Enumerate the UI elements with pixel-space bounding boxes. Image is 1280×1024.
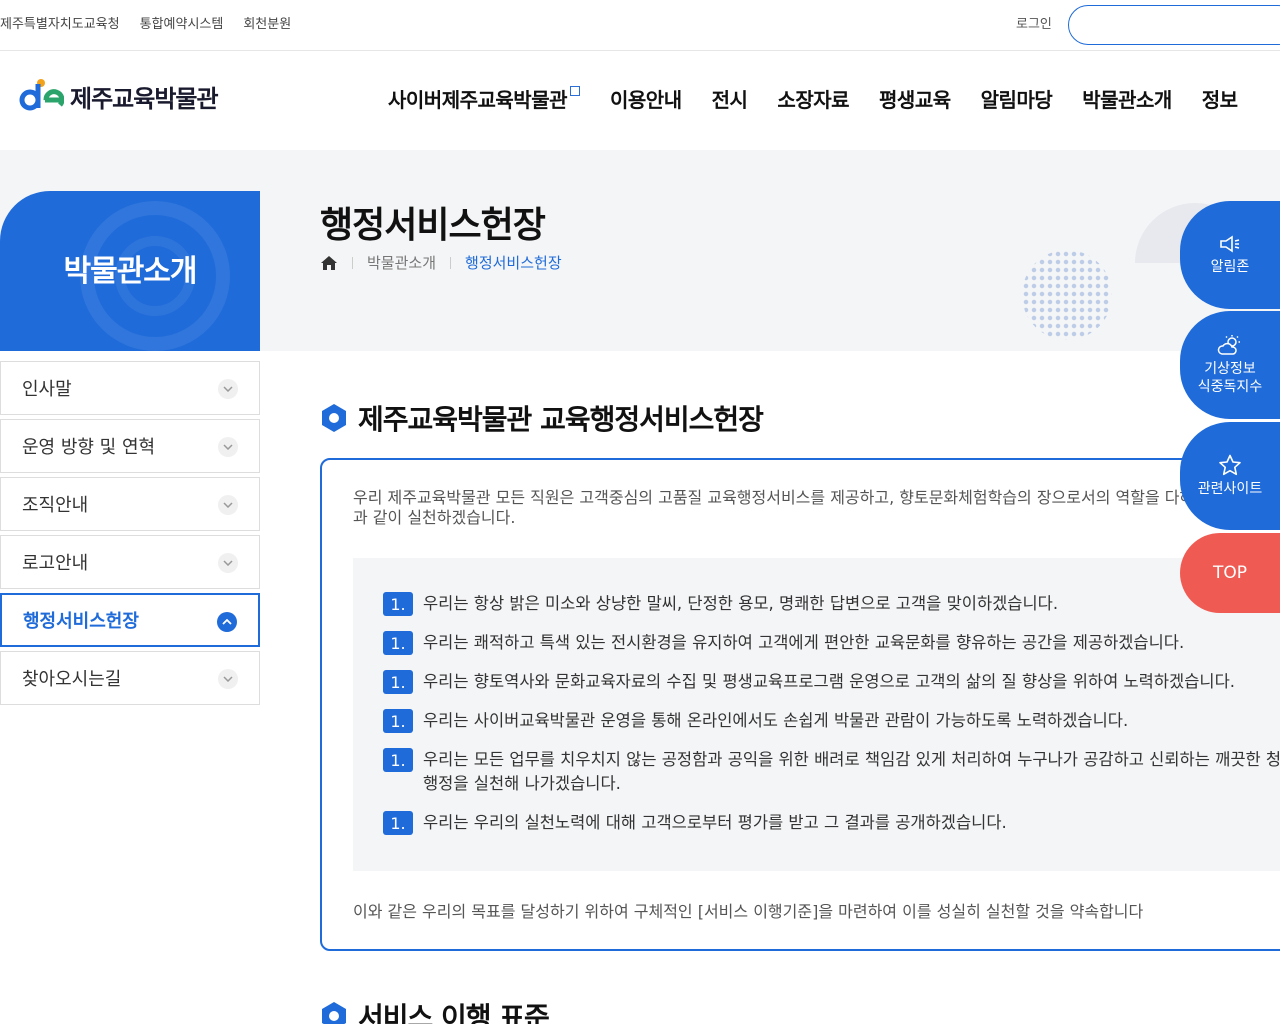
nav-usage-guide[interactable]: 이용안내 [610, 84, 682, 113]
site-header: 제주교육박물관 사이버제주교육박물관 이용안내 전시 소장자료 평생교육 알림마… [0, 52, 1280, 150]
side-menu-item-organization[interactable]: 조직안내 [0, 477, 260, 531]
nav-lifelong-education[interactable]: 평생교육 [879, 84, 951, 113]
chevron-down-icon [218, 379, 238, 399]
pledge-number: 1. [383, 709, 413, 733]
megaphone-icon [1220, 235, 1240, 253]
hexagon-bullet-icon [322, 1002, 346, 1024]
pledge-number: 1. [383, 670, 413, 694]
pledge-item: 1. 우리는 모든 업무를 치우치지 않는 공정함과 공익을 위한 배려로 책임… [383, 748, 1280, 796]
quick-menu-label: 기상정보 식중독지수 [1197, 361, 1263, 395]
pledge-list: 1. 우리는 항상 밝은 미소와 상냥한 말씨, 단정한 용모, 명쾌한 답변으… [353, 558, 1280, 871]
quick-menu-notice[interactable]: 알림존 [1180, 201, 1280, 309]
pledge-item: 1. 우리는 항상 밝은 미소와 상냥한 말씨, 단정한 용모, 명쾌한 답변으… [383, 592, 1280, 616]
star-icon [1219, 454, 1241, 476]
charter-closing: 이와 같은 우리의 목표를 달성하기 위하여 구체적인 [서비스 이행기준]을 … [353, 902, 1144, 921]
side-menu-item-logo[interactable]: 로고안내 [0, 535, 260, 589]
nav-cyber-museum[interactable]: 사이버제주교육박물관 [388, 84, 580, 113]
hexagon-bullet-icon [322, 404, 346, 432]
pledge-text: 우리는 향토역사와 문화교육자료의 수집 및 평생교육프로그램 운영으로 고객의… [423, 672, 1236, 691]
pledge-item: 1. 우리는 쾌적하고 특색 있는 전시환경을 유지하여 고객에게 편안한 교육… [383, 631, 1280, 655]
link-jeju-education-office[interactable]: 제주특별자치도교육청 [0, 13, 120, 32]
logo-mark-icon [19, 79, 64, 111]
link-reservation-system[interactable]: 통합예약시스템 [140, 13, 224, 32]
pledge-number: 1. [383, 748, 413, 772]
breadcrumb-separator [450, 256, 452, 269]
charter-box: 우리 제주교육박물관 모든 직원은 고객중심의 고품질 교육행정서비스를 제공하… [320, 458, 1280, 951]
pledge-number: 1. [383, 811, 413, 835]
quick-menu-label: 관련사이트 [1197, 481, 1263, 497]
pledge-item: 1. 우리는 향토역사와 문화교육자료의 수집 및 평생교육프로그램 운영으로 … [383, 670, 1280, 694]
side-menu-label: 조직안내 [22, 495, 89, 516]
decor-dots [1022, 250, 1112, 340]
utility-bar: 제주특별자치도교육청 통합예약시스템 회천분원 로그인 [0, 0, 1280, 51]
top-button-label: TOP [1212, 563, 1248, 583]
nav-museum-intro[interactable]: 박물관소개 [1082, 84, 1172, 113]
side-menu-label: 인사말 [22, 379, 72, 400]
breadcrumb-separator [352, 256, 353, 269]
service-standard-section-title: 서비스 이행 표준 [320, 996, 550, 1024]
external-link-icon [570, 86, 580, 96]
side-menu-label: 행정서비스헌장 [23, 611, 139, 632]
side-menu-item-directions[interactable]: 찾아오시는길 [0, 651, 260, 705]
nav-cyber-museum-label: 사이버제주교육박물관 [388, 88, 568, 112]
pledge-number: 1. [383, 592, 413, 616]
service-standard-title-text: 서비스 이행 표준 [358, 1001, 550, 1024]
breadcrumb-item-current[interactable]: 행정서비스헌장 [465, 252, 562, 273]
breadcrumb-item-museum-intro[interactable]: 박물관소개 [367, 252, 436, 273]
quick-menu-related-sites[interactable]: 관련사이트 [1180, 422, 1280, 530]
search-input[interactable] [1068, 5, 1280, 45]
chevron-down-icon [218, 495, 238, 515]
top-button[interactable]: TOP [1180, 533, 1280, 613]
weather-icon [1217, 335, 1240, 355]
logo-text: 제주교육박물관 [70, 84, 219, 113]
nav-info[interactable]: 정보 [1202, 84, 1238, 113]
pledge-item: 1. 우리는 우리의 실천노력에 대해 고객으로부터 평가를 받고 그 결과를 … [383, 811, 1280, 835]
side-menu-item-service-charter[interactable]: 행정서비스헌장 [0, 593, 260, 647]
breadcrumb: 박물관소개 행정서비스헌장 [320, 252, 562, 273]
quick-menu-label: 알림존 [1210, 259, 1250, 275]
login-link[interactable]: 로그인 [1016, 13, 1052, 32]
sub-visual-box: 박물관소개 [0, 191, 260, 351]
pledge-text: 우리는 쾌적하고 특색 있는 전시환경을 유지하여 고객에게 편안한 교육문화를… [423, 633, 1185, 652]
chevron-down-icon [218, 553, 238, 573]
charter-intro: 우리 제주교육박물관 모든 직원은 고객중심의 고품질 교육행정서비스를 제공하… [353, 488, 1280, 527]
side-menu-item-greeting[interactable]: 인사말 [0, 361, 260, 415]
nav-notice[interactable]: 알림마당 [981, 84, 1053, 113]
page: 제주특별자치도교육청 통합예약시스템 회천분원 로그인 제주교육박물관 사이버제… [0, 0, 1280, 1024]
pledge-text: 우리는 사이버교육박물관 운영을 통해 온라인에서도 손쉽게 박물관 관람이 가… [423, 711, 1129, 730]
chevron-down-icon [218, 437, 238, 457]
side-menu-item-history[interactable]: 운영 방향 및 연혁 [0, 419, 260, 473]
pledge-text: 우리는 항상 밝은 미소와 상냥한 말씨, 단정한 용모, 명쾌한 답변으로 고… [423, 594, 1059, 613]
side-menu-label: 찾아오시는길 [22, 669, 122, 690]
site-logo[interactable]: 제주교육박물관 [18, 78, 219, 114]
page-title: 행정서비스헌장 [320, 205, 546, 246]
chevron-down-icon [218, 669, 238, 689]
pledge-item: 1. 우리는 사이버교육박물관 운영을 통해 온라인에서도 손쉽게 박물관 관람… [383, 709, 1280, 733]
home-icon[interactable] [320, 254, 338, 272]
side-menu: 인사말 운영 방향 및 연혁 조직안내 로고안내 행정서비스헌장 찾아오시는길 [0, 361, 260, 709]
side-menu-label: 로고안내 [22, 553, 89, 574]
nav-exhibition[interactable]: 전시 [712, 84, 748, 113]
section-heading: 박물관소개 [63, 254, 198, 289]
side-menu-label: 운영 방향 및 연혁 [22, 437, 156, 458]
quick-menu-weather[interactable]: 기상정보 식중독지수 [1180, 311, 1280, 419]
chevron-up-icon [217, 612, 237, 632]
charter-section-title-text: 제주교육박물관 교육행정서비스헌장 [358, 403, 764, 436]
main-nav: 사이버제주교육박물관 이용안내 전시 소장자료 평생교육 알림마당 박물관소개 … [388, 84, 1238, 113]
pledge-text: 우리는 모든 업무를 치우치지 않는 공정함과 공익을 위한 배려로 책임감 있… [423, 750, 1280, 793]
charter-section-title: 제주교육박물관 교육행정서비스헌장 [320, 398, 764, 438]
pledge-number: 1. [383, 631, 413, 655]
utility-links: 제주특별자치도교육청 통합예약시스템 회천분원 [0, 0, 291, 44]
link-hoecheon-branch[interactable]: 회천분원 [243, 13, 291, 32]
pledge-text: 우리는 우리의 실천노력에 대해 고객으로부터 평가를 받고 그 결과를 공개하… [423, 813, 1007, 832]
nav-collection[interactable]: 소장자료 [777, 84, 849, 113]
